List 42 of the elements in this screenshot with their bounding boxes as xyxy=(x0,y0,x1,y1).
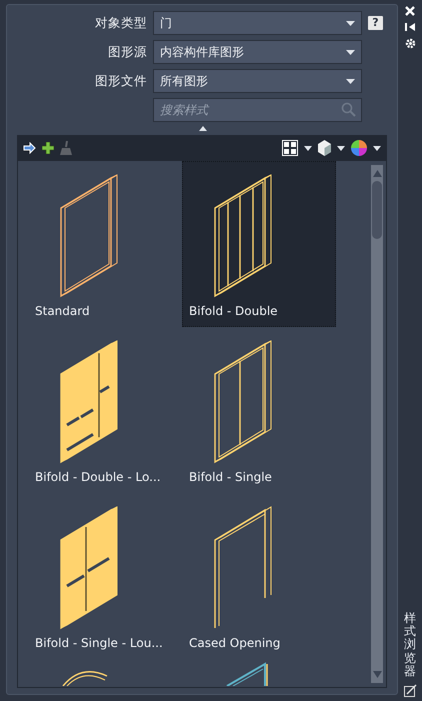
caret-icon[interactable] xyxy=(304,146,312,150)
door-drawing xyxy=(62,671,108,686)
caret-icon[interactable] xyxy=(373,146,381,150)
collapse-icon[interactable] xyxy=(199,126,207,131)
cube-icon[interactable] xyxy=(318,140,331,156)
style-name: Standard xyxy=(34,304,91,318)
field-label: 图形文件 xyxy=(94,72,147,90)
caret-icon[interactable] xyxy=(337,146,345,150)
style-name: Bifold - Double xyxy=(188,304,279,318)
style-tile[interactable]: Bifold - Single xyxy=(182,327,336,493)
color-wheel-icon[interactable] xyxy=(351,140,367,156)
style-name: Bifold - Single xyxy=(188,470,273,484)
style-name: Cased Opening xyxy=(188,636,282,650)
grid-view-icon[interactable] xyxy=(282,140,298,156)
help-icon[interactable]: ? xyxy=(368,16,383,30)
caret-icon xyxy=(346,78,355,84)
edit-icon[interactable] xyxy=(404,684,416,697)
style-name: Bifold - Double - Lo... xyxy=(34,470,162,484)
search-field[interactable]: 搜索样式 xyxy=(153,98,362,122)
dropdown[interactable]: 内容构件库图形 xyxy=(153,40,362,64)
style-tile[interactable]: Bifold - Double xyxy=(182,161,336,327)
caret-icon xyxy=(346,50,355,54)
style-tile[interactable]: Cased Opening xyxy=(182,493,336,659)
style-tile[interactable]: Standard xyxy=(28,161,182,327)
close-icon[interactable] xyxy=(405,6,415,16)
settings-icon[interactable] xyxy=(404,38,416,49)
scroll-thumb[interactable] xyxy=(372,181,382,239)
door-drawing xyxy=(226,662,268,686)
search-icon xyxy=(341,102,356,117)
dropdown[interactable]: 门 xyxy=(153,11,362,35)
style-name: Bifold - Single - Lou... xyxy=(34,636,164,650)
arrow-right-icon[interactable] xyxy=(23,142,36,154)
style-tile[interactable]: Bifold - Single - Lou... xyxy=(28,493,182,659)
plus-icon[interactable] xyxy=(42,142,54,154)
field-label: 对象类型 xyxy=(94,14,147,32)
scrollbar[interactable] xyxy=(371,165,383,683)
field-label: 图形源 xyxy=(107,44,147,60)
style-tile[interactable]: Bifold - Double - Lo... xyxy=(28,327,182,493)
dropdown[interactable]: 所有图形 xyxy=(153,69,362,93)
caret-icon xyxy=(346,20,355,26)
palette-title: 样式浏览器 xyxy=(404,612,416,678)
pin-icon[interactable] xyxy=(405,22,415,32)
